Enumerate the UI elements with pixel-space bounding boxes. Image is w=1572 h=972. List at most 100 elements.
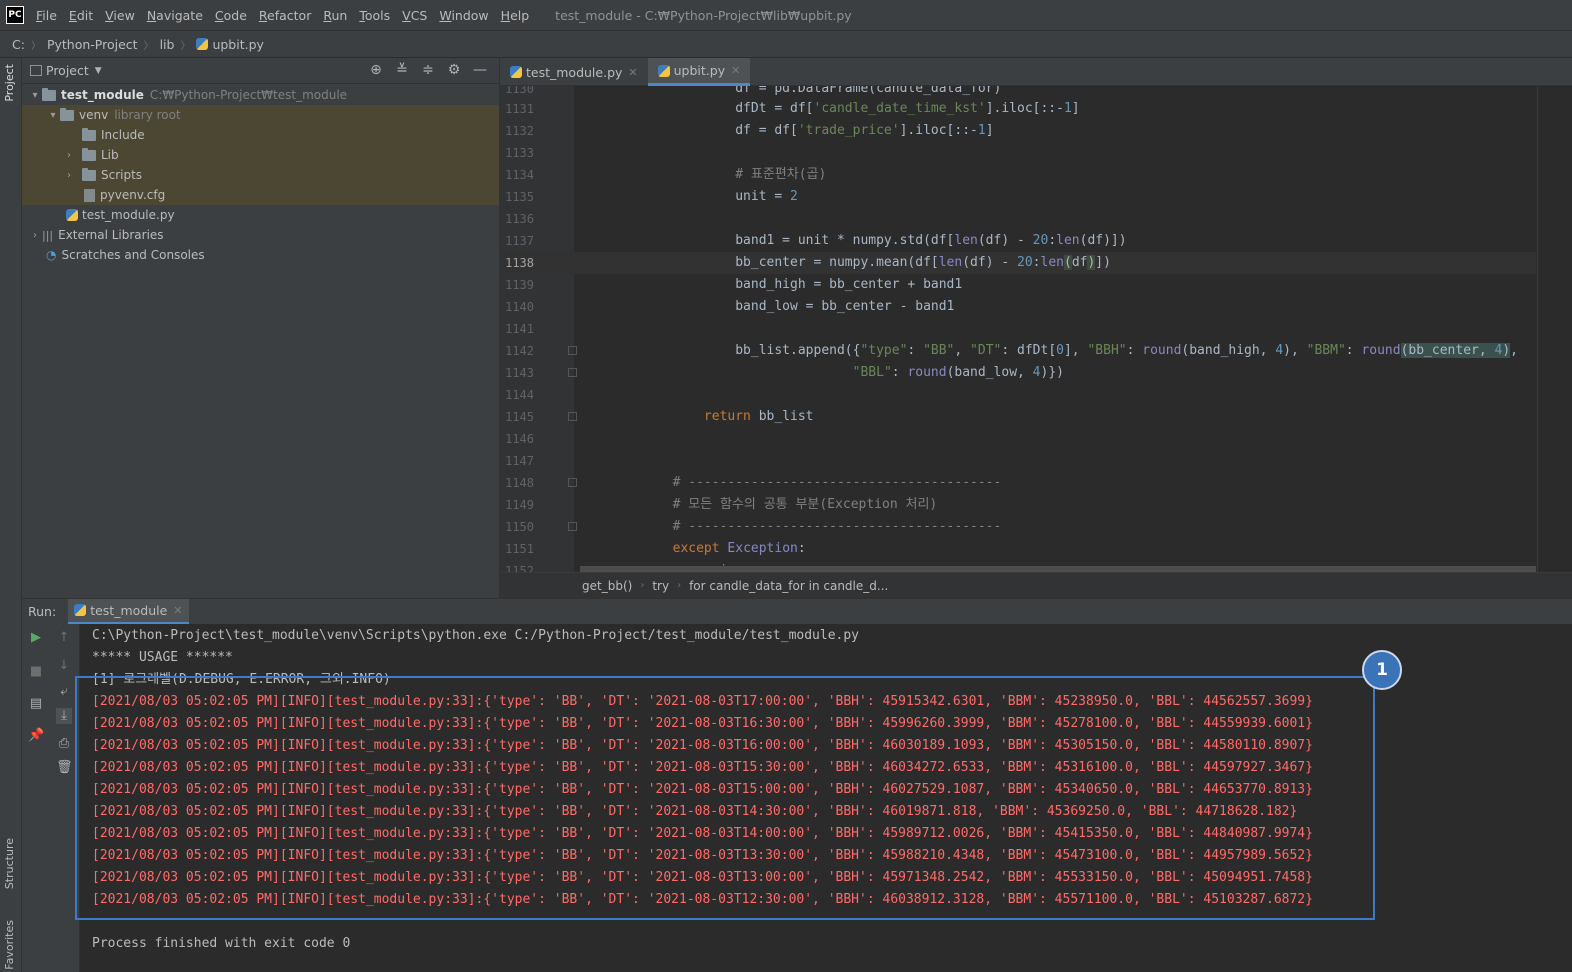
chevron-right-icon[interactable]: › <box>28 230 42 241</box>
menu-help[interactable]: Help <box>499 8 532 23</box>
chevron-right-icon[interactable]: › <box>62 150 76 161</box>
side-tab-favorites[interactable]: Favorites <box>3 920 16 970</box>
tab-label: test_module.py <box>526 64 623 80</box>
soft-wrap-icon[interactable]: ⤶ <box>56 684 72 700</box>
fold-marker-icon[interactable] <box>568 412 577 421</box>
menu-window[interactable]: Window <box>437 8 490 23</box>
line-number: 1151 <box>505 542 534 556</box>
line-number: 1137 <box>505 234 534 248</box>
python-file-icon <box>196 38 209 50</box>
chevron-right-icon: 〉 <box>180 40 191 52</box>
breadcrumb-for[interactable]: for candle_data_for in candle_d... <box>689 579 888 593</box>
breadcrumb-try[interactable]: try <box>652 579 669 593</box>
breadcrumb-lib[interactable]: lib <box>160 37 175 52</box>
collapse-all-icon[interactable]: ≑ <box>415 62 441 78</box>
scroll-to-end-icon[interactable]: ⤓ <box>56 708 72 724</box>
chevron-down-icon[interactable]: ▾ <box>28 90 42 101</box>
project-view-icon <box>30 65 42 76</box>
tree-item-label: Scripts <box>101 168 143 182</box>
run-tab-test-module[interactable]: test_module ✕ <box>68 598 189 625</box>
locate-icon[interactable]: ⊕ <box>363 62 389 78</box>
tree-item-venv[interactable]: ▾ venv library root <box>22 105 499 125</box>
project-panel-title[interactable]: Project <box>46 63 89 78</box>
chevron-down-icon[interactable]: ▾ <box>46 110 60 121</box>
pin-icon[interactable]: 📌 <box>28 728 44 744</box>
tree-item-scripts[interactable]: › Scripts <box>22 165 499 185</box>
line-number: 1146 <box>505 432 534 446</box>
side-tab-structure[interactable]: Structure <box>3 838 16 889</box>
code-line: 1133 <box>500 142 1536 164</box>
code-line: 1136 <box>500 208 1536 230</box>
close-icon[interactable]: ✕ <box>731 64 740 77</box>
line-number: 1132 <box>505 124 534 138</box>
menu-tools[interactable]: Tools <box>357 8 392 23</box>
tree-item-external-libraries[interactable]: › ||| External Libraries <box>22 225 499 245</box>
tab-upbit-py[interactable]: upbit.py ✕ <box>647 58 751 86</box>
code-line: 1147 <box>500 450 1536 472</box>
code-line: 1137 band1 = unit * numpy.std(df[len(df)… <box>500 230 1536 252</box>
code-line: 1139 band_high = bb_center + band1 <box>500 274 1536 296</box>
run-icon[interactable]: ▶ <box>28 630 44 646</box>
tree-item-lib[interactable]: › Lib <box>22 145 499 165</box>
annotation-badge: 1 <box>1362 650 1402 690</box>
code-editor[interactable]: 1130 df = pd.DataFrame(candle_data_for) … <box>500 86 1572 572</box>
dropdown-arrow-icon[interactable]: ▼ <box>95 66 102 76</box>
tree-item-label: Include <box>101 128 145 142</box>
breadcrumb-project[interactable]: Python-Project <box>47 37 138 52</box>
code-line: 1144 <box>500 384 1536 406</box>
tab-test-module-py[interactable]: test_module.py ✕ <box>500 58 648 86</box>
layout-icon[interactable]: ▤ <box>28 696 44 712</box>
scratches-icon: ◔ <box>46 248 57 262</box>
tab-label: upbit.py <box>673 63 726 78</box>
console-log-line: [2021/08/03 05:02:05 PM][INFO][test_modu… <box>92 848 1313 863</box>
tree-item-test-module-py[interactable]: test_module.py <box>22 205 499 225</box>
fold-marker-icon[interactable] <box>568 346 577 355</box>
tree-item-test-module[interactable]: ▾ test_module C:₩Python-Project₩test_mod… <box>22 85 499 105</box>
menu-code[interactable]: Code <box>213 8 249 23</box>
menu-file[interactable]: File <box>34 8 59 23</box>
console-line: [1] 로그레벨(D:DEBUG, E:ERROR, 그외:INFO) <box>92 672 391 687</box>
arrow-up-icon[interactable]: ↑ <box>56 630 72 646</box>
folder-icon <box>82 127 96 141</box>
console-line-command: C:\Python-Project\test_module\venv\Scrip… <box>92 628 860 643</box>
tree-item-pyvenv-cfg[interactable]: pyvenv.cfg <box>22 185 499 205</box>
code-line: 1149 # 모든 함수의 공통 부분(Exception 처리) <box>500 494 1536 516</box>
run-tab-label: test_module <box>90 602 168 618</box>
close-icon[interactable]: ✕ <box>628 66 637 79</box>
menu-vcs[interactable]: VCS <box>400 8 429 23</box>
fold-marker-icon[interactable] <box>568 368 577 377</box>
line-number: 1147 <box>505 454 534 468</box>
breadcrumb-function[interactable]: get_bb() <box>582 579 632 593</box>
tree-item-scratches[interactable]: ◔ Scratches and Consoles <box>22 245 499 265</box>
menu-edit[interactable]: Edit <box>67 8 95 23</box>
chevron-right-icon[interactable]: › <box>62 170 76 181</box>
menu-navigate[interactable]: Navigate <box>145 8 205 23</box>
fold-marker-icon[interactable] <box>568 522 577 531</box>
menu-run[interactable]: Run <box>321 8 349 23</box>
close-icon[interactable]: ✕ <box>173 604 182 617</box>
code-line: 1134 # 표준편차(곱) <box>500 164 1536 186</box>
menu-view[interactable]: View <box>103 8 137 23</box>
arrow-down-icon[interactable]: ↓ <box>56 658 72 674</box>
vertical-scrollbar[interactable] <box>1537 86 1538 572</box>
fold-marker-icon[interactable] <box>568 478 577 487</box>
line-number: 1144 <box>505 388 534 402</box>
minimize-icon[interactable]: — <box>467 62 493 78</box>
breadcrumb-file[interactable]: upbit.py <box>212 37 263 52</box>
tree-item-label: venv <box>79 108 109 122</box>
side-tab-project[interactable]: Project <box>3 64 16 102</box>
stop-icon[interactable]: ■ <box>28 664 44 680</box>
tree-item-include[interactable]: Include <box>22 125 499 145</box>
breadcrumb-drive[interactable]: C: <box>12 37 25 52</box>
code-line: 1143 "BBL": round(band_low, 4)}) <box>500 362 1536 384</box>
gear-icon[interactable]: ⚙ <box>441 62 467 78</box>
config-file-icon <box>84 188 95 202</box>
expand-all-icon[interactable]: ≚ <box>389 62 415 78</box>
menu-refactor[interactable]: Refactor <box>257 8 313 23</box>
editor-tab-bar: test_module.py ✕ upbit.py ✕ <box>500 58 1572 86</box>
run-console[interactable]: C:\Python-Project\test_module\venv\Scrip… <box>80 624 1572 972</box>
print-icon[interactable]: ⎙ <box>56 736 72 752</box>
line-number: 1145 <box>505 410 534 424</box>
console-log-line: [2021/08/03 05:02:05 PM][INFO][test_modu… <box>92 694 1313 709</box>
trash-icon[interactable]: 🗑 <box>56 760 73 776</box>
